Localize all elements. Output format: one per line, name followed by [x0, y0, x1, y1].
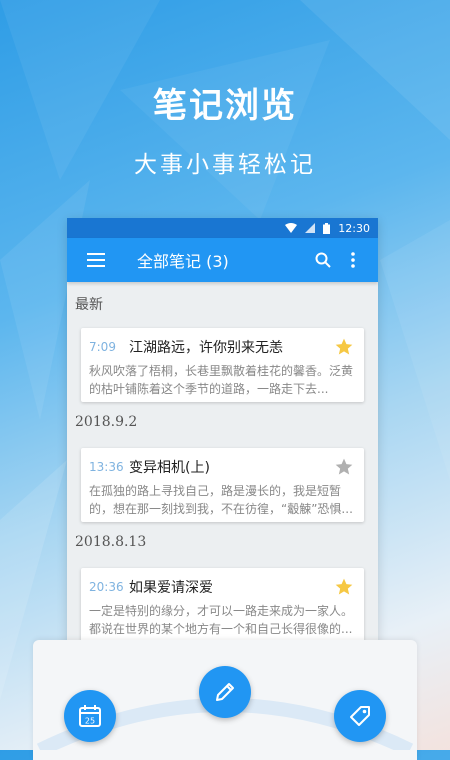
more-options-button[interactable]	[338, 245, 368, 275]
svg-text:25: 25	[85, 717, 95, 726]
phone-screen: 12:30 全部笔记 (3) 最新 7:09 江湖路远，许你别来无恙 秋风吹落了…	[67, 218, 378, 658]
menu-button[interactable]	[81, 245, 111, 275]
tag-icon	[350, 706, 370, 726]
note-card[interactable]: 20:36 如果爱请深爱 一定是特别的缘分，才可以一路走来成为一家人。都说在世界…	[81, 568, 364, 642]
new-note-button[interactable]	[199, 666, 251, 718]
calendar-button[interactable]: 25	[64, 690, 116, 742]
note-card[interactable]: 13:36 变异相机(上) 在孤独的路上寻找自己，路是漫长的，我是短暂的，想在那…	[81, 448, 364, 522]
star-filled-icon[interactable]	[334, 577, 354, 597]
note-excerpt: 秋风吹落了梧桐，长巷里飘散着桂花的馨香。泛黄的枯叶铺陈着这个季节的道路，一路走下…	[89, 364, 354, 396]
note-card[interactable]: 7:09 江湖路远，许你别来无恙 秋风吹落了梧桐，长巷里飘散着桂花的馨香。泛黄的…	[81, 328, 364, 402]
tag-button[interactable]	[334, 690, 386, 742]
group-label: 最新	[75, 297, 103, 313]
note-excerpt: 一定是特别的缘分，才可以一路走来成为一家人。都说在世界的某个地方有一个和自己长得…	[89, 604, 354, 636]
hero-title: 笔记浏览	[153, 86, 297, 126]
pencil-icon	[216, 683, 234, 701]
app-toolbar: 全部笔记 (3)	[67, 238, 378, 282]
wifi-icon	[285, 223, 298, 233]
note-time: 7:09	[89, 340, 116, 354]
status-time: 12:30	[338, 221, 370, 235]
search-button[interactable]	[308, 245, 338, 275]
status-bar: 12:30	[67, 218, 378, 238]
more-vert-icon	[351, 252, 355, 268]
battery-icon	[323, 222, 331, 234]
star-filled-icon[interactable]	[334, 337, 354, 357]
search-icon	[315, 252, 331, 268]
calendar-icon: 25	[79, 705, 101, 727]
note-time: 13:36	[89, 460, 124, 474]
group-label: 2018.9.2	[75, 414, 138, 430]
hero-subtitle: 大事小事轻松记	[134, 152, 316, 178]
note-excerpt: 在孤独的路上寻找自己，路是漫长的，我是短暂的，想在那一刻找到我，不在彷徨，“觳觫…	[89, 484, 353, 516]
note-title: 变异相机(上)	[129, 460, 210, 476]
group-label: 2018.8.13	[75, 534, 147, 550]
signal-icon	[305, 223, 316, 233]
menu-icon	[87, 253, 105, 267]
star-outline-icon[interactable]	[334, 457, 354, 477]
toolbar-title: 全部笔记 (3)	[137, 252, 229, 271]
note-time: 20:36	[89, 580, 124, 594]
note-title: 江湖路远，许你别来无恙	[129, 340, 283, 356]
note-title: 如果爱请深爱	[129, 580, 213, 596]
